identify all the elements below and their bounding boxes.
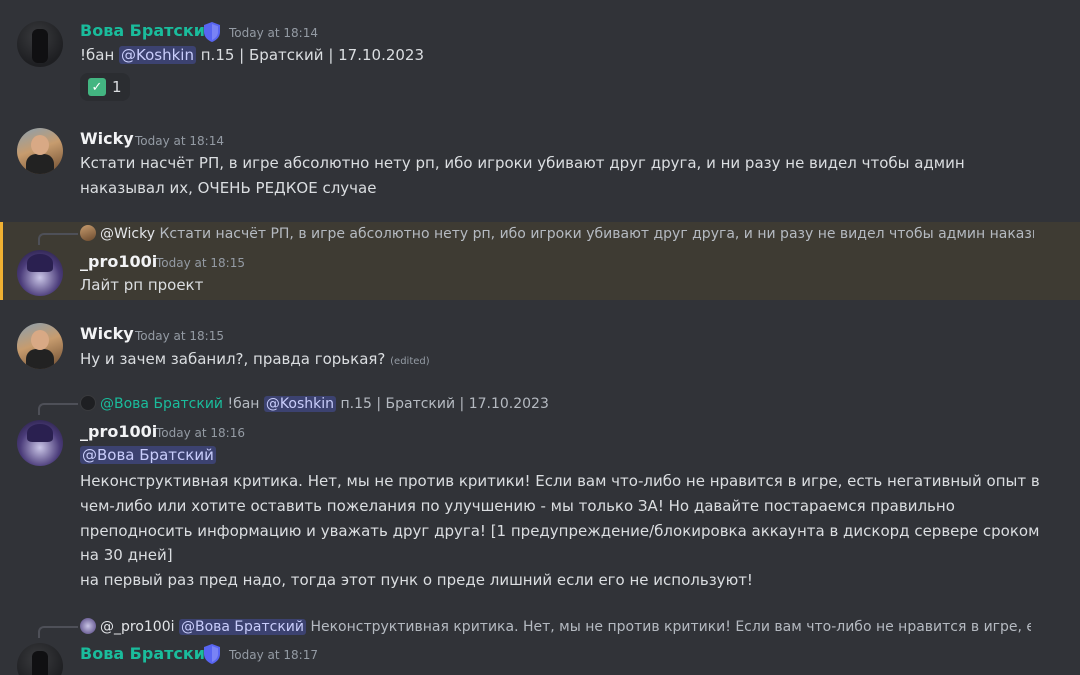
message-content: Ну и зачем забанил?, правда горькая? (ed… — [80, 350, 430, 368]
message-line: наказывал их, ОЧЕНЬ РЕДКОЕ случае — [80, 179, 377, 197]
reply-avatar — [80, 225, 96, 241]
author-name[interactable]: Wicky — [80, 324, 134, 343]
message-5: @Вова Братский !бан @Koshkin п.15 | Брат… — [0, 392, 1080, 602]
reply-text: Кстати насчёт РП, в игре абсолютно нету … — [155, 226, 1034, 242]
reply-spine — [38, 403, 78, 415]
avatar[interactable] — [17, 250, 63, 296]
timestamp: Today at 18:14 — [135, 134, 224, 148]
avatar[interactable] — [17, 643, 63, 675]
reply-author[interactable]: @Вова Братский — [100, 396, 223, 412]
check-mark-icon: ✓ — [88, 78, 106, 96]
avatar[interactable] — [17, 128, 63, 174]
reply-avatar — [80, 618, 96, 634]
message-2: Wicky Today at 18:14 Кстати насчёт РП, в… — [0, 110, 1080, 220]
reaction-button[interactable]: ✓ 1 — [80, 73, 130, 101]
user-mention[interactable]: @Вова Братский — [80, 446, 216, 464]
message-1: Вова Братский Today at 18:14 !бан @Koshk… — [0, 0, 1080, 110]
reply-preview[interactable]: @_pro100i @Вова Братский Неконструктивна… — [80, 618, 1031, 635]
message-line: Кстати насчёт РП, в игре абсолютно нету … — [80, 154, 965, 172]
author-name[interactable]: Вова Братский — [80, 21, 216, 40]
reply-spine — [38, 626, 78, 638]
reply-avatar — [80, 395, 96, 411]
timestamp: Today at 18:15 — [135, 329, 224, 343]
message-text: Лайт рп проект — [80, 276, 204, 294]
shield-badge-icon — [203, 21, 221, 43]
message-6: @_pro100i @Вова Братский Неконструктивна… — [0, 612, 1080, 675]
timestamp: Today at 18:17 — [229, 648, 318, 662]
author-name[interactable]: _pro100i — [80, 422, 157, 441]
reply-text-prefix: !бан — [223, 396, 264, 412]
avatar[interactable] — [17, 323, 63, 369]
message-content: !бан @Koshkin п.15 | Братский | 17.10.20… — [80, 46, 424, 64]
message-line: на 30 дней] — [80, 546, 173, 564]
author-name[interactable]: Вова Братский — [80, 644, 216, 663]
timestamp: Today at 18:15 — [156, 256, 245, 270]
avatar[interactable] — [17, 420, 63, 466]
message-3-highlighted: @Wicky Кстати насчёт РП, в игре абсолютн… — [0, 222, 1080, 300]
author-name[interactable]: _pro100i — [80, 252, 157, 271]
message-text-prefix: !бан — [80, 46, 120, 64]
reply-text-suffix: п.15 | Братский | 17.10.2023 — [336, 396, 549, 412]
message-text: Ну и зачем забанил?, правда горькая? — [80, 350, 391, 368]
reply-mention[interactable]: @Koshkin — [263, 396, 337, 412]
message-mention-line: @Вова Братский — [80, 446, 216, 464]
author-name[interactable]: Wicky — [80, 129, 134, 148]
message-line: преподносить информацию и уважать друг д… — [80, 522, 1040, 540]
message-text-suffix: п.15 | Братский | 17.10.2023 — [195, 46, 425, 64]
reply-preview[interactable]: @Wicky Кстати насчёт РП, в игре абсолютн… — [80, 225, 1034, 242]
avatar[interactable] — [17, 21, 63, 67]
timestamp: Today at 18:14 — [229, 26, 318, 40]
reply-preview[interactable]: @Вова Братский !бан @Koshkin п.15 | Брат… — [80, 395, 1031, 412]
shield-badge-icon — [203, 643, 221, 665]
message-line: чем-либо или хотите оставить пожелания п… — [80, 497, 955, 515]
timestamp: Today at 18:16 — [156, 426, 245, 440]
reply-text: Неконструктивная критика. Нет, мы не про… — [310, 619, 1031, 635]
user-mention[interactable]: @Koshkin — [119, 46, 196, 64]
message-4: Wicky Today at 18:15 Ну и зачем забанил?… — [0, 305, 1080, 390]
message-line: на первый раз пред надо, тогда этот пунк… — [80, 571, 753, 589]
edited-label: (edited) — [390, 356, 430, 367]
reply-author[interactable]: @Wicky — [100, 226, 155, 242]
message-line: Неконструктивная критика. Нет, мы не про… — [80, 472, 1040, 490]
reply-mention[interactable]: @Вова Братский — [178, 619, 306, 635]
reply-author[interactable]: @_pro100i — [100, 619, 175, 635]
reply-spine — [38, 233, 78, 245]
reaction-count: 1 — [112, 78, 122, 96]
